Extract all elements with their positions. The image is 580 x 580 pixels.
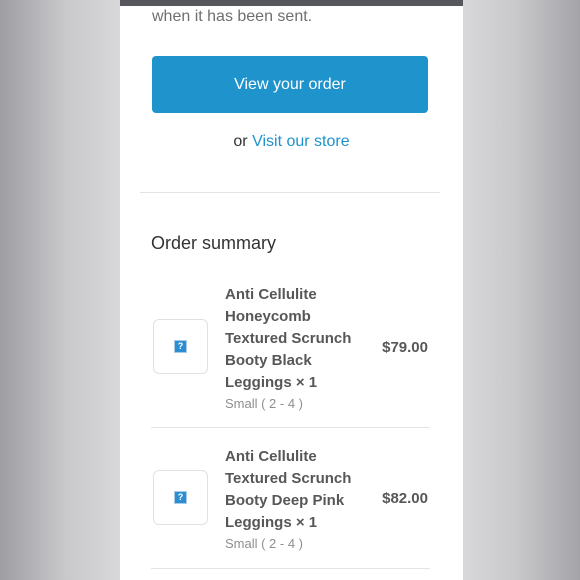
view-order-button-label: View your order [234,75,346,93]
shipping-note: when it has been sent. [152,8,313,25]
product-price: $82.00 [382,490,428,507]
broken-image-icon: ? [174,491,187,504]
product-name: Anti Cellulite Honeycomb Textured Scrunc… [225,286,352,391]
broken-image-icon: ? [174,340,187,353]
order-summary-title: Order summary [151,233,277,253]
item-divider [151,427,430,428]
product-variant: Small ( 2 - 4 ) [225,396,304,411]
view-order-button[interactable]: View your order [152,56,428,113]
item-divider [151,568,430,569]
background-left [0,0,120,580]
product-variant: Small ( 2 - 4 ) [225,536,304,551]
background-right [463,0,580,580]
product-thumbnail[interactable]: ? [153,319,208,374]
product-thumbnail[interactable]: ? [153,470,208,525]
visit-store-link[interactable]: Visit our store [252,133,350,150]
store-link-row: or Visit our store [120,133,463,151]
product-name: Anti Cellulite Textured Scrunch Booty De… [225,448,352,531]
section-divider [140,192,440,193]
order-confirmation-email: when it has been sent. View your order o… [120,6,463,580]
or-text: or [233,133,248,150]
product-price: $79.00 [382,339,428,356]
